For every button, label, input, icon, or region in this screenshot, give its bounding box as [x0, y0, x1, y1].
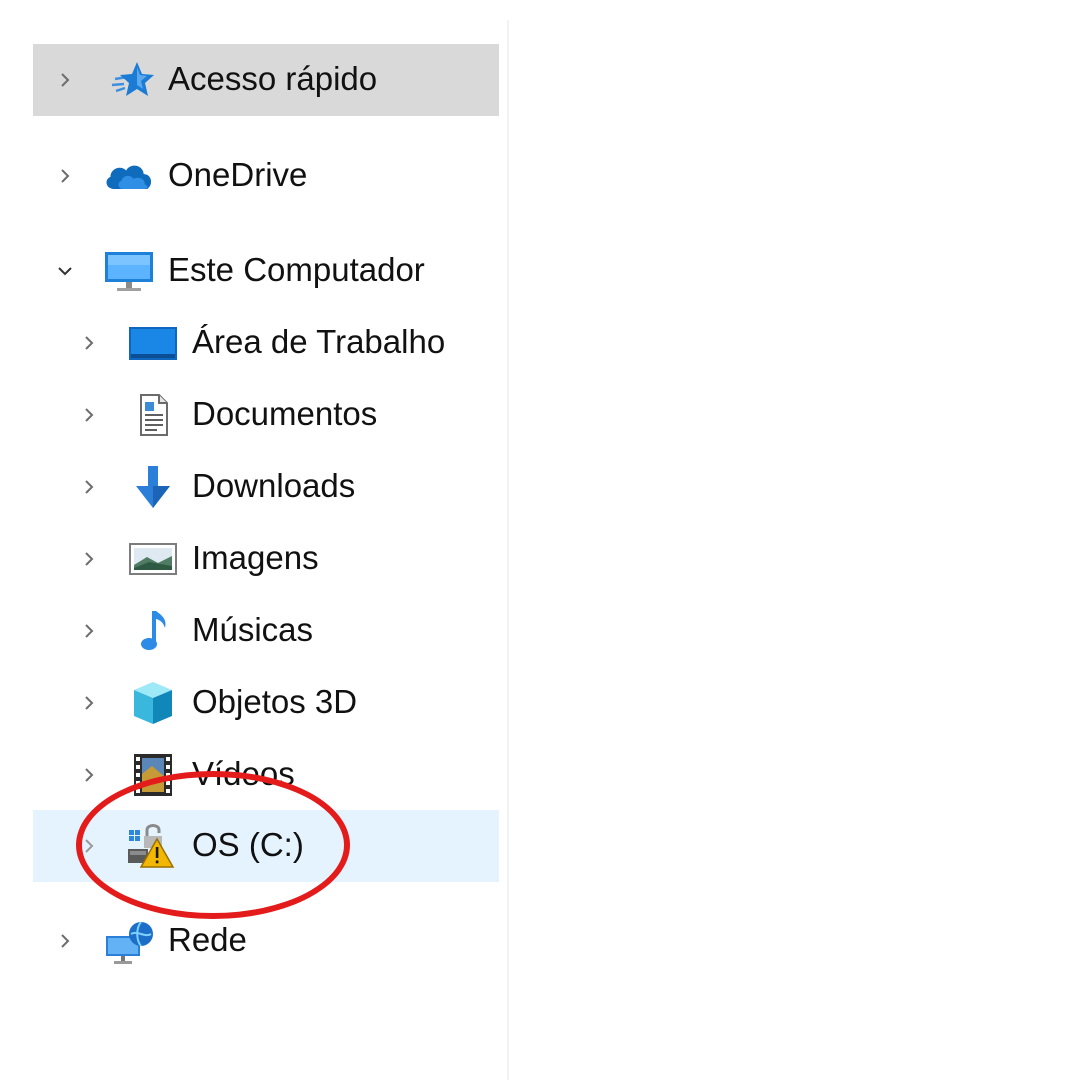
nav-item-pictures[interactable]: Imagens [33, 523, 499, 595]
downloads-arrow-icon [128, 462, 178, 512]
nav-item-this-pc[interactable]: Este Computador [33, 235, 499, 307]
nav-item-label: Este Computador [168, 251, 425, 289]
nav-item-label: Documentos [192, 395, 378, 433]
chevron-down-icon[interactable] [53, 259, 77, 283]
onedrive-cloud-icon [103, 151, 153, 201]
nav-item-label: Downloads [192, 467, 356, 505]
this-pc-monitor-icon [104, 246, 154, 296]
nav-item-desktop[interactable]: Área de Trabalho [33, 307, 499, 379]
network-icon [104, 916, 154, 966]
chevron-right-icon[interactable] [77, 763, 101, 787]
chevron-right-icon[interactable] [53, 68, 77, 92]
nav-item-documents[interactable]: Documentos [33, 379, 499, 451]
3d-objects-cube-icon [128, 678, 178, 728]
nav-item-downloads[interactable]: Downloads [33, 451, 499, 523]
drive-bitlocker-warning-icon [126, 821, 176, 871]
nav-item-network[interactable]: Rede [33, 905, 499, 977]
nav-item-onedrive[interactable]: OneDrive [33, 140, 499, 212]
nav-item-label: OS (C:) [192, 826, 304, 864]
nav-item-music[interactable]: Músicas [33, 595, 499, 667]
pictures-icon [128, 534, 178, 584]
music-note-icon [128, 606, 178, 656]
nav-item-label: Músicas [192, 611, 314, 649]
chevron-right-icon[interactable] [77, 475, 101, 499]
nav-item-label: Objetos 3D [192, 683, 358, 721]
nav-item-quick-access[interactable]: Acesso rápido [33, 44, 499, 116]
nav-item-label: Acesso rápido [168, 60, 378, 98]
nav-item-label: OneDrive [168, 156, 308, 194]
navigation-pane: Acesso rápido OneDrive Este Computador Á… [0, 0, 508, 1080]
videos-film-icon [128, 750, 178, 800]
chevron-right-icon[interactable] [77, 691, 101, 715]
nav-item-label: Rede [168, 921, 247, 959]
chevron-right-icon[interactable] [77, 834, 101, 858]
nav-item-3d-objects[interactable]: Objetos 3D [33, 667, 499, 739]
desktop-folder-icon [128, 318, 178, 368]
chevron-right-icon[interactable] [77, 619, 101, 643]
nav-item-label: Área de Trabalho [192, 323, 446, 361]
documents-icon [128, 390, 178, 440]
chevron-right-icon[interactable] [77, 331, 101, 355]
chevron-right-icon[interactable] [53, 929, 77, 953]
nav-item-videos[interactable]: Vídeos [33, 739, 499, 811]
chevron-right-icon[interactable] [77, 403, 101, 427]
nav-item-os-c-drive[interactable]: OS (C:) [33, 810, 499, 882]
quick-access-star-icon [108, 55, 158, 105]
chevron-right-icon[interactable] [53, 164, 77, 188]
nav-item-label: Imagens [192, 539, 319, 577]
nav-item-label: Vídeos [192, 755, 295, 793]
chevron-right-icon[interactable] [77, 547, 101, 571]
content-pane [509, 0, 1080, 1080]
